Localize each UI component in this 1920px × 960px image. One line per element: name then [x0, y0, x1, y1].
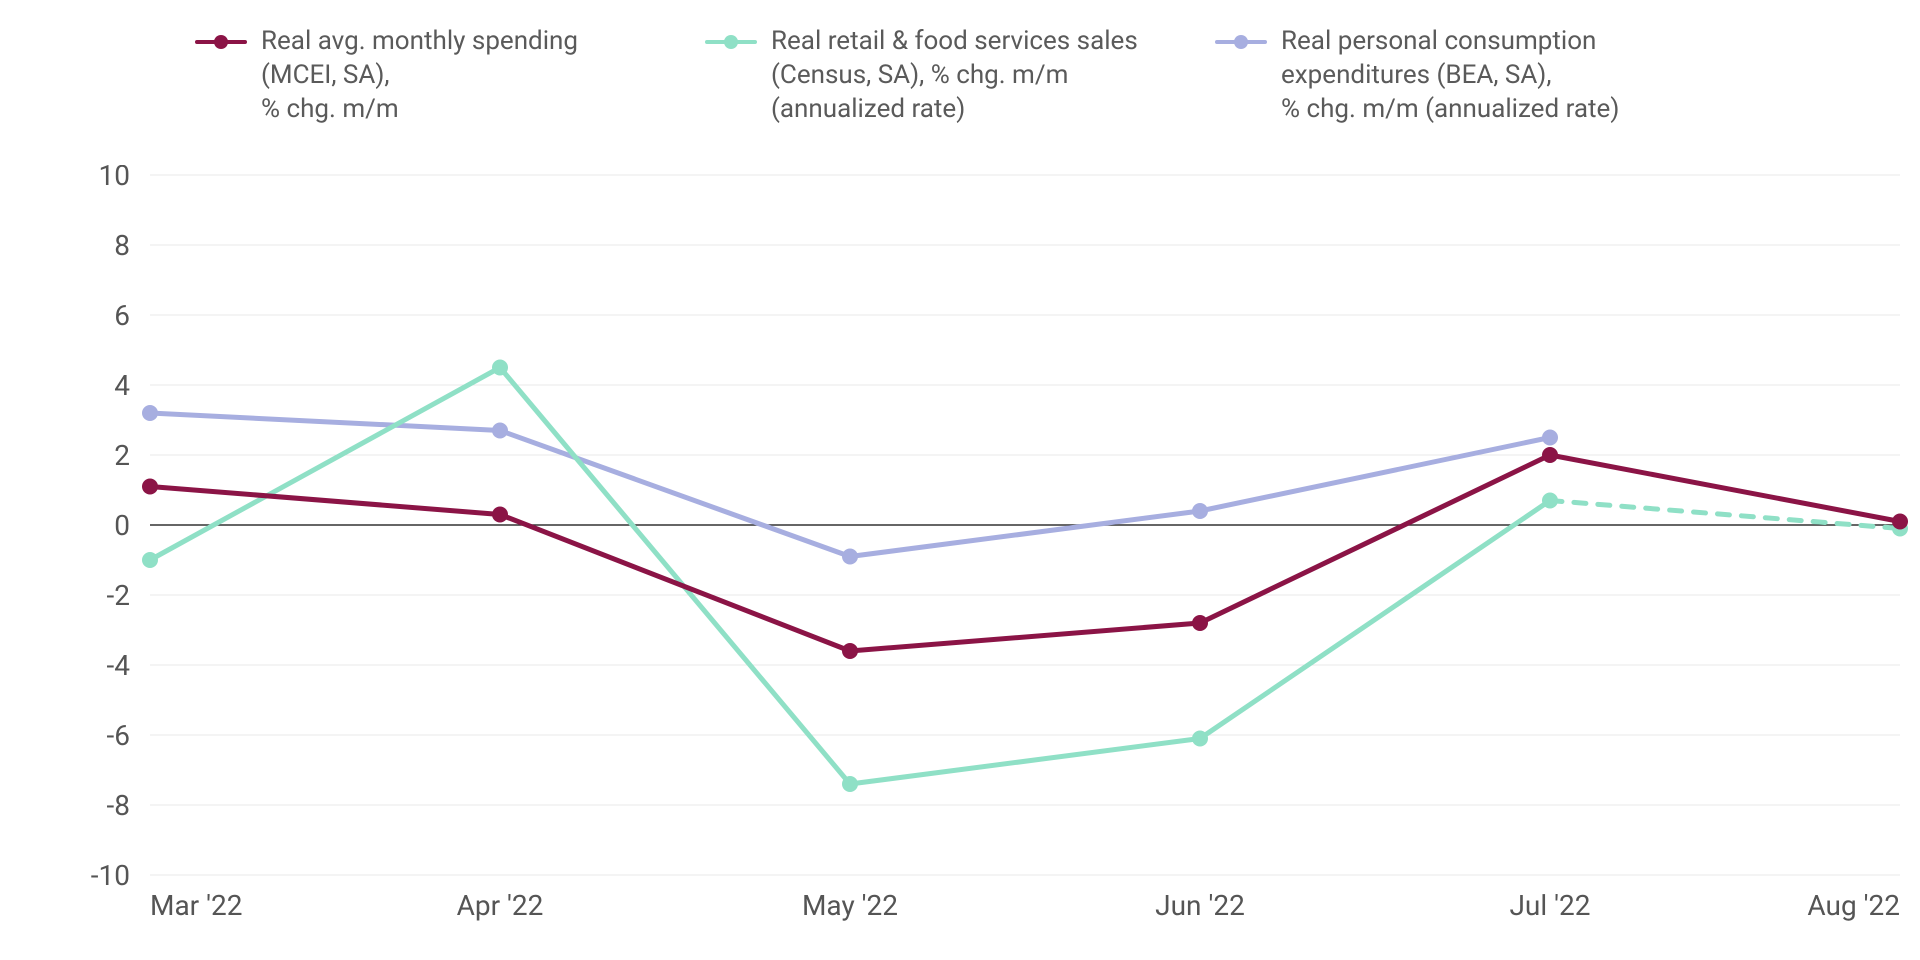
data-point: [1192, 615, 1208, 631]
x-tick-label: Jun '22: [1155, 889, 1245, 922]
chart-container: Real avg. monthly spending (MCEI, SA),% …: [0, 0, 1920, 960]
data-point: [492, 423, 508, 439]
series-line: [150, 413, 1550, 557]
data-point: [1542, 430, 1558, 446]
legend: Real avg. monthly spending (MCEI, SA),% …: [0, 0, 1920, 126]
data-point: [1892, 514, 1908, 530]
data-point: [142, 479, 158, 495]
data-point: [142, 405, 158, 421]
x-tick-label: Apr '22: [457, 889, 544, 922]
data-point: [1192, 731, 1208, 747]
data-point: [842, 776, 858, 792]
line-chart-svg: -10 -8 -6 -4 -2 0 2 4 6 8 10 Mar '22 Apr '22 May '22 J…: [60, 165, 1910, 935]
legend-item-bea: Real personal consumption expenditures (…: [1215, 25, 1655, 126]
y-tick-label: -6: [107, 719, 130, 752]
data-point: [492, 360, 508, 376]
legend-swatch-icon: [705, 36, 757, 48]
y-tick-label: 0: [114, 509, 130, 542]
legend-label: Real personal consumption expenditures (…: [1281, 25, 1655, 126]
plot-area: -10 -8 -6 -4 -2 0 2 4 6 8 10 Mar '22 Apr '22 May '22 J…: [60, 165, 1910, 935]
y-tick-label: -8: [107, 789, 130, 822]
data-point: [492, 507, 508, 523]
legend-swatch-icon: [195, 36, 247, 48]
y-tick-label: -4: [107, 649, 131, 682]
series-line: [150, 455, 1900, 651]
legend-item-census: Real retail & food services sales (Censu…: [705, 25, 1145, 126]
legend-item-mcei: Real avg. monthly spending (MCEI, SA),% …: [195, 25, 635, 126]
y-tick-label: 8: [114, 229, 130, 262]
legend-label: Real retail & food services sales (Censu…: [771, 25, 1145, 126]
data-point: [1542, 447, 1558, 463]
data-point: [1192, 503, 1208, 519]
legend-swatch-icon: [1215, 36, 1267, 48]
legend-label: Real avg. monthly spending (MCEI, SA),% …: [261, 25, 635, 126]
series-line: [150, 368, 1550, 785]
y-tick-label: 4: [114, 369, 130, 402]
data-point: [142, 552, 158, 568]
data-point: [842, 643, 858, 659]
y-tick-label: 6: [114, 299, 130, 332]
y-tick-label: -10: [91, 859, 130, 892]
x-tick-label: May '22: [802, 889, 898, 922]
data-point: [1542, 493, 1558, 509]
y-tick-label: -2: [107, 579, 130, 612]
x-tick-label: Mar '22: [150, 889, 242, 922]
data-point: [842, 549, 858, 565]
x-tick-label: Aug '22: [1807, 889, 1900, 922]
x-tick-label: Jul '22: [1509, 889, 1590, 922]
y-tick-label: 2: [114, 439, 130, 472]
y-tick-label: 10: [99, 165, 130, 192]
